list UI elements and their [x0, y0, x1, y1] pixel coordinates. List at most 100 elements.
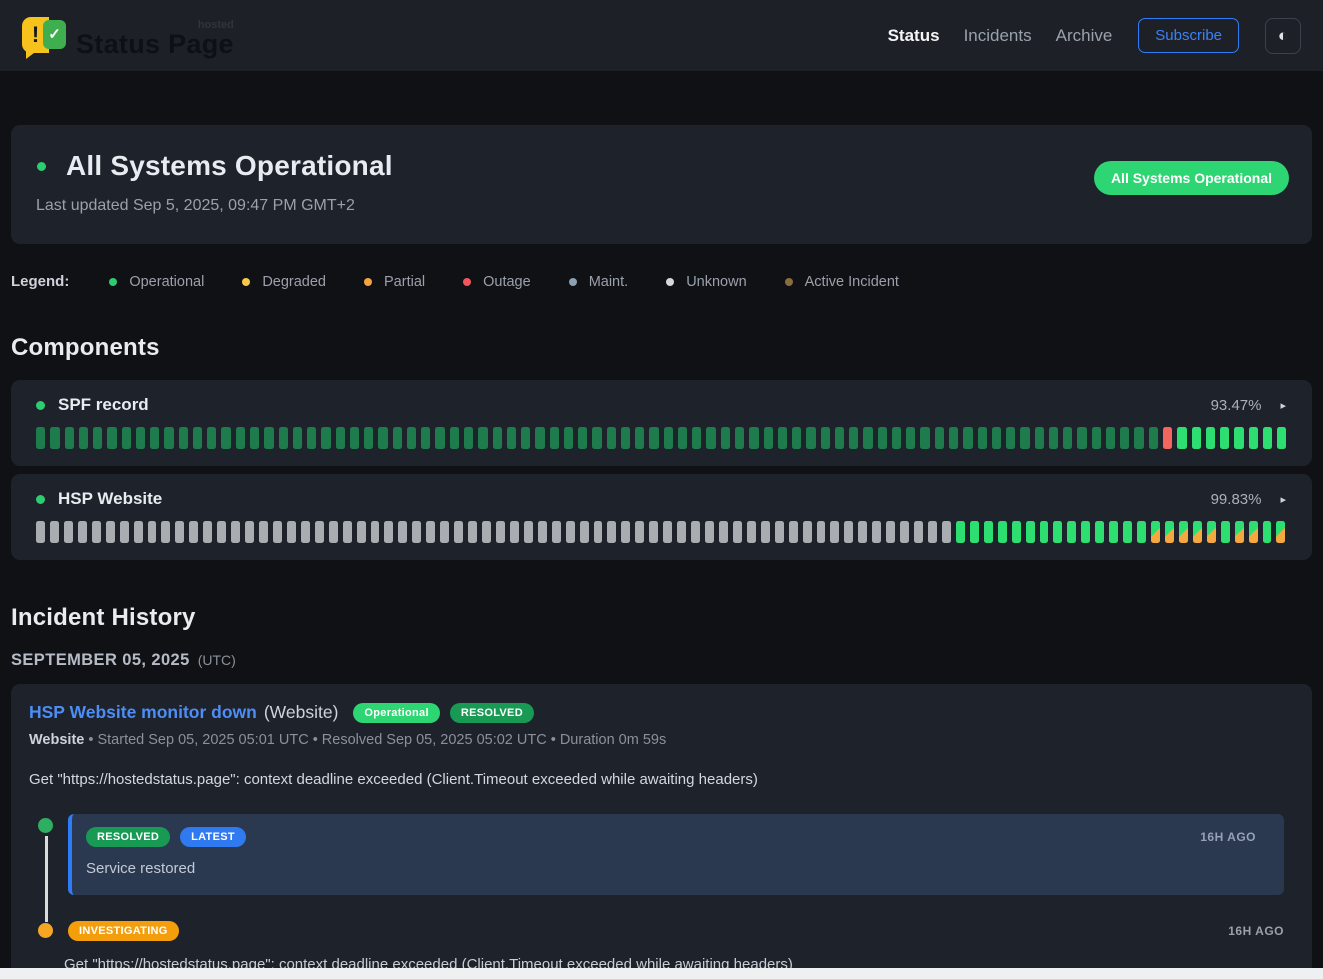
- legend-item-label: Maint.: [589, 274, 629, 290]
- incident-resolved-badge: RESOLVED: [450, 703, 534, 723]
- uptime-bar: [621, 427, 630, 449]
- status-legend: Legend: OperationalDegradedPartialOutage…: [11, 273, 1312, 290]
- uptime-bar: [496, 521, 505, 543]
- footer-strip: [0, 968, 1323, 979]
- uptime-bar: [336, 427, 345, 449]
- uptime-bar: [1151, 521, 1160, 543]
- uptime-bar: [412, 521, 421, 543]
- uptime-bar: [407, 427, 416, 449]
- update-message: Service restored: [86, 860, 1256, 877]
- uptime-bar: [592, 427, 601, 449]
- uptime-bar: [749, 427, 758, 449]
- uptime-bar: [978, 427, 987, 449]
- uptime-bar: [482, 521, 491, 543]
- uptime-bar: [849, 427, 858, 449]
- uptime-bar: [435, 427, 444, 449]
- uptime-bar: [956, 521, 965, 543]
- incident-date: SEPTEMBER 05, 2025: [11, 651, 190, 670]
- uptime-bar: [301, 521, 310, 543]
- incident-title-link[interactable]: HSP Website monitor down: [29, 702, 257, 723]
- legend-item-label: Unknown: [686, 274, 746, 290]
- uptime-bar: [454, 521, 463, 543]
- legend-item-label: Active Incident: [805, 274, 899, 290]
- uptime-bar: [1234, 427, 1243, 449]
- expand-chevron-icon[interactable]: ▸: [1280, 493, 1286, 506]
- update-timestamp: 16H AGO: [1200, 830, 1256, 844]
- incident-history-heading: Incident History: [11, 604, 1312, 632]
- uptime-bar: [678, 427, 687, 449]
- uptime-bar: [1249, 521, 1258, 543]
- legend-item-label: Degraded: [262, 274, 326, 290]
- incident-meta-component: Website: [29, 732, 84, 748]
- logo-superscript: hosted: [198, 19, 234, 31]
- uptime-bar: [705, 521, 714, 543]
- uptime-bar: [677, 521, 686, 543]
- bubble-tail: [26, 50, 38, 59]
- latest-badge: LATEST: [180, 827, 246, 847]
- legend-item: Degraded: [242, 274, 326, 290]
- uptime-bar: [426, 521, 435, 543]
- component-name: SPF record: [58, 395, 149, 415]
- uptime-bar: [1109, 521, 1118, 543]
- legend-item: Active Incident: [785, 274, 899, 290]
- legend-item-label: Outage: [483, 274, 531, 290]
- resolved-status-dot: [38, 818, 53, 833]
- theme-toggle-button[interactable]: ◐: [1265, 18, 1301, 54]
- legend-label: Legend:: [11, 273, 69, 290]
- uptime-bar: [914, 521, 923, 543]
- legend-item: Partial: [364, 274, 425, 290]
- uptime-bar: [357, 521, 366, 543]
- uptime-bar: [221, 427, 230, 449]
- uptime-bar: [552, 521, 561, 543]
- uptime-bar: [279, 427, 288, 449]
- operational-status-dot: [37, 162, 46, 171]
- overall-status-badge: All Systems Operational: [1094, 161, 1289, 195]
- uptime-bar: [450, 427, 459, 449]
- uptime-bar: [148, 521, 157, 543]
- uptime-bar: [36, 521, 45, 543]
- uptime-bar: [578, 427, 587, 449]
- uptime-bar: [1092, 427, 1101, 449]
- uptime-bar: [93, 427, 102, 449]
- uptime-bar: [50, 521, 59, 543]
- nav-archive[interactable]: Archive: [1056, 26, 1113, 46]
- uptime-bar: [150, 427, 159, 449]
- uptime-bar: [65, 427, 74, 449]
- uptime-bar: [607, 521, 616, 543]
- uptime-bar: [122, 427, 131, 449]
- uptime-bar: [863, 427, 872, 449]
- uptime-bar: [1077, 427, 1086, 449]
- uptime-bar: [507, 427, 516, 449]
- uptime-bar: [621, 521, 630, 543]
- uptime-bar: [1149, 427, 1158, 449]
- uptime-bar: [550, 427, 559, 449]
- uptime-bar: [179, 427, 188, 449]
- component-uptime-percent: 99.83%: [1211, 491, 1262, 508]
- uptime-bar: [1220, 427, 1229, 449]
- nav-status[interactable]: Status: [888, 26, 940, 46]
- uptime-bar: [878, 427, 887, 449]
- uptime-bar: [649, 521, 658, 543]
- uptime-bar: [928, 521, 937, 543]
- uptime-bar: [580, 521, 589, 543]
- uptime-bar-strip: [36, 521, 1286, 543]
- uptime-bar: [1053, 521, 1062, 543]
- logo[interactable]: ! ✓ hosted Status Page: [22, 14, 234, 58]
- uptime-bar: [1137, 521, 1146, 543]
- subscribe-button[interactable]: Subscribe: [1138, 18, 1239, 53]
- expand-chevron-icon[interactable]: ▸: [1280, 399, 1286, 412]
- uptime-bar: [635, 427, 644, 449]
- uptime-bar: [992, 427, 1001, 449]
- uptime-bar: [136, 427, 145, 449]
- uptime-bar: [858, 521, 867, 543]
- uptime-bar: [1106, 427, 1115, 449]
- component-card-spf-record[interactable]: SPF record 93.47% ▸: [11, 380, 1312, 466]
- component-card-hsp-website[interactable]: HSP Website 99.83% ▸: [11, 474, 1312, 560]
- uptime-bar: [803, 521, 812, 543]
- uptime-bar: [329, 521, 338, 543]
- uptime-bar: [817, 521, 826, 543]
- uptime-bar: [231, 521, 240, 543]
- nav-incidents[interactable]: Incidents: [964, 26, 1032, 46]
- uptime-bar: [307, 427, 316, 449]
- uptime-bar: [1165, 521, 1174, 543]
